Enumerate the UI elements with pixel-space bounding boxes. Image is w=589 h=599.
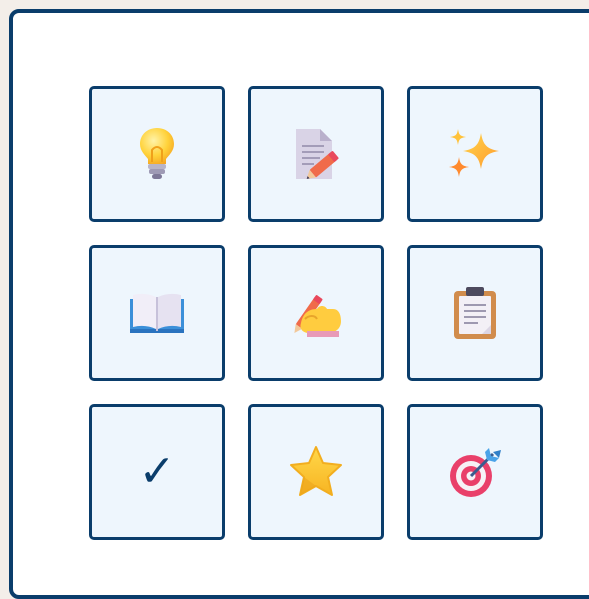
icon-grid: ✓ — [89, 86, 543, 540]
lightbulb-icon — [140, 128, 174, 179]
tile-clipboard[interactable] — [407, 245, 543, 381]
checkmark-icon: ✓ — [138, 446, 176, 497]
tile-star[interactable] — [248, 404, 384, 540]
sparkles-icon — [449, 129, 499, 177]
document-pencil-icon — [296, 129, 339, 179]
tile-writing-hand[interactable] — [248, 245, 384, 381]
tile-book[interactable] — [89, 245, 225, 381]
icon-panel: ✓ — [9, 9, 589, 599]
writing-hand-icon — [294, 295, 341, 337]
clipboard-icon — [454, 287, 496, 339]
tile-lightbulb[interactable] — [89, 86, 225, 222]
star-icon — [290, 446, 342, 496]
tile-target[interactable] — [407, 404, 543, 540]
tile-checkmark[interactable]: ✓ — [89, 404, 225, 540]
tile-sparkles[interactable] — [407, 86, 543, 222]
tile-document[interactable] — [248, 86, 384, 222]
open-book-icon — [130, 293, 184, 333]
target-dart-icon — [450, 448, 501, 497]
